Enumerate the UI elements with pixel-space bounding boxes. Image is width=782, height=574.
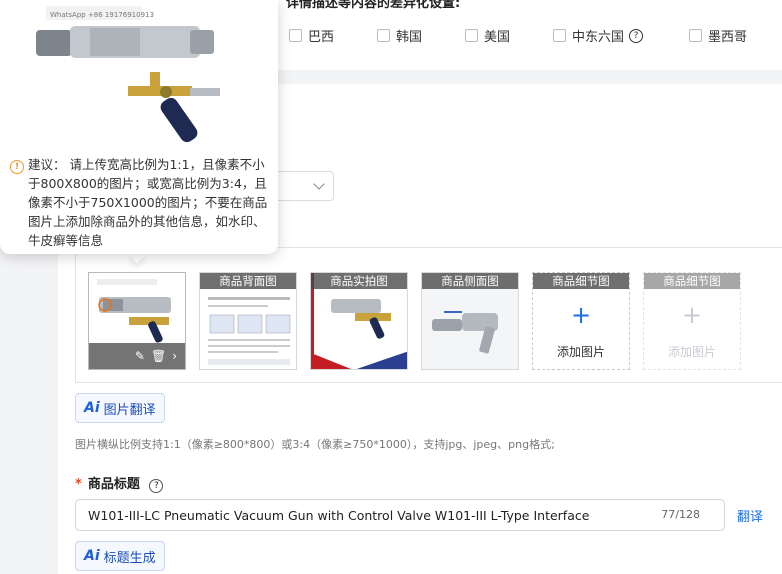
image-slot-add-disabled: 商品细节图 + 添加图片 (643, 272, 741, 370)
select-dropdown[interactable] (270, 171, 334, 201)
product-title-input[interactable] (88, 500, 658, 530)
title-generate-button[interactable]: Ai 标题生成 (75, 541, 165, 571)
image-slot-side[interactable]: 商品侧面图 (421, 272, 519, 370)
country-option-brazil[interactable]: 巴西 (289, 26, 334, 45)
image-slot-caption: 商品实拍图 (311, 273, 407, 289)
popover-preview-image: WhatsApp +86 19176910913 (30, 0, 230, 148)
country-label: 美国 (484, 30, 511, 45)
image-action-bar: ✎ 🗑 › (89, 343, 185, 369)
chevron-down-icon (313, 178, 325, 190)
character-counter: 77/128 (661, 508, 700, 521)
translate-link[interactable]: 翻译 (737, 506, 763, 525)
suggestion-text: 建议： 请上传宽高比例为1:1，且像素不小于800X800的图片；或宽高比例为3… (28, 157, 268, 248)
label-text: 商品标题 (87, 477, 140, 492)
image-slot-caption: 商品侧面图 (422, 273, 518, 289)
warning-circle-icon: ! (10, 160, 24, 174)
watermark-text: WhatsApp +86 19176910913 (50, 11, 154, 19)
image-slot-photo[interactable]: 商品实拍图 (310, 272, 408, 370)
trash-icon[interactable]: 🗑 (151, 349, 166, 363)
product-title-label: * 商品标题 ? (75, 473, 164, 493)
country-option-korea[interactable]: 韩国 (377, 26, 422, 45)
add-image-label: 添加图片 (556, 345, 605, 359)
plus-icon: + (681, 301, 703, 329)
image-slot-caption: 商品背面图 (200, 273, 296, 289)
image-slot-back[interactable]: 商品背面图 (199, 272, 297, 370)
image-translate-button[interactable]: Ai 图片翻译 (75, 393, 165, 423)
section-title: 详情描述等内容的差异化设置: (286, 0, 461, 11)
country-label: 韩国 (396, 30, 423, 45)
image-slot-main[interactable]: ✎ 🗑 › (88, 272, 186, 370)
country-option-usa[interactable]: 美国 (465, 26, 510, 45)
image-slot-caption: 商品细节图 (644, 273, 740, 289)
ai-icon: Ai (84, 400, 100, 416)
image-suggestion-popover: WhatsApp +86 19176910913 ! 建议： 请上传宽高比例为1… (0, 0, 278, 254)
checkbox[interactable] (553, 29, 566, 42)
plus-icon: + (570, 301, 592, 329)
image-slot-caption: 商品细节图 (533, 273, 629, 289)
image-slot-add[interactable]: 商品细节图 + 添加图片 (532, 272, 630, 370)
image-format-hint: 图片横纵比例支持1:1（像素≥800*800）或3:4（像素≥750*1000）… (75, 438, 555, 451)
question-circle-icon[interactable]: ? (629, 28, 644, 43)
chevron-right-icon[interactable]: › (172, 349, 177, 363)
checkbox[interactable] (689, 29, 702, 42)
add-image-label: 添加图片 (667, 345, 716, 359)
pencil-icon[interactable]: ✎ (135, 349, 145, 363)
checkbox[interactable] (377, 29, 390, 42)
required-mark: * (75, 477, 82, 492)
product-preview: WhatsApp +86 19176910913 (30, 0, 230, 148)
button-label: 标题生成 (103, 550, 156, 566)
checkbox[interactable] (465, 29, 478, 42)
country-label: 巴西 (308, 30, 335, 45)
question-circle-icon[interactable]: ? (149, 479, 164, 493)
product-title-field[interactable]: 77/128 (75, 499, 725, 531)
country-label: 中东六国 (572, 30, 625, 45)
button-label: 图片翻译 (103, 402, 156, 418)
country-option-middle-east[interactable]: 中东六国 ? (553, 26, 644, 45)
country-label: 墨西哥 (708, 30, 748, 45)
country-option-mexico[interactable]: 墨西哥 (689, 26, 747, 45)
ai-icon: Ai (84, 548, 100, 564)
checkbox[interactable] (289, 29, 302, 42)
